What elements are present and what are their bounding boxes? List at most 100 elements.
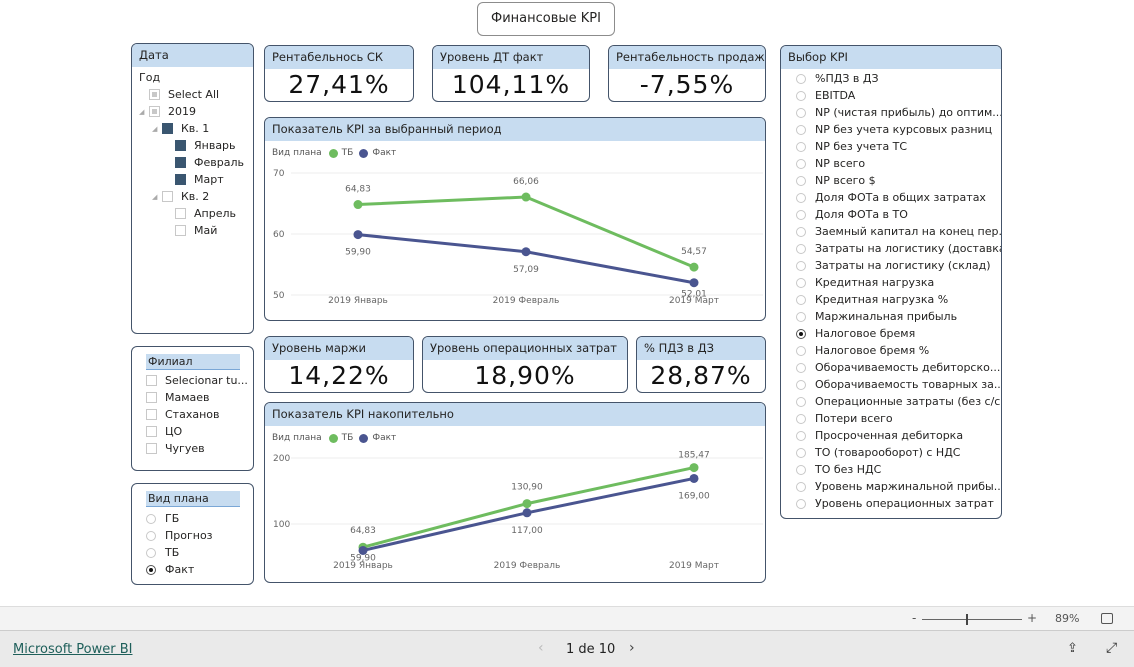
date-slicer-item[interactable]: Select All (139, 86, 246, 103)
date-slicer-item[interactable]: Май (139, 222, 246, 239)
radio-button[interactable] (796, 226, 806, 237)
power-bi-link[interactable]: Microsoft Power BI (13, 642, 132, 657)
radio-button[interactable] (796, 396, 806, 407)
data-point[interactable] (689, 473, 699, 483)
data-point[interactable] (522, 508, 532, 518)
kpi-item[interactable]: Затраты на логистику (склад) (796, 257, 1001, 274)
kpi-item[interactable]: Затраты на логистику (доставка) (796, 240, 1001, 257)
date-slicer-item[interactable]: Февраль (139, 154, 246, 171)
kpi-item[interactable]: Оборачиваемость дебиторско... (796, 359, 1001, 376)
plan-item[interactable]: ТБ (146, 544, 239, 561)
filial-item[interactable]: Чугуев (146, 440, 239, 457)
share-icon[interactable]: ⇪ (1067, 641, 1078, 656)
checkbox[interactable] (175, 157, 186, 168)
zoom-out-button[interactable]: - (912, 611, 916, 625)
checkbox[interactable] (146, 409, 157, 420)
data-point[interactable] (521, 192, 531, 202)
date-slicer-item[interactable]: Апрель (139, 205, 246, 222)
checkbox[interactable] (175, 208, 186, 219)
radio-button[interactable] (796, 413, 806, 424)
prev-page-icon[interactable]: ‹ (538, 640, 544, 656)
data-point[interactable] (521, 247, 531, 257)
kpi-item[interactable]: %ПДЗ в ДЗ (796, 70, 1001, 87)
kpi-item[interactable]: ТО (товарооборот) с НДС (796, 444, 1001, 461)
checkbox[interactable] (162, 191, 173, 202)
radio-button[interactable] (796, 73, 806, 84)
plan-item[interactable]: ГБ (146, 510, 239, 527)
checkbox[interactable] (146, 443, 157, 454)
kpi-item[interactable]: Уровень маржинальной прибы... (796, 478, 1001, 495)
kpi-item[interactable]: NP без учета курсовых разниц (796, 121, 1001, 138)
checkbox[interactable] (175, 174, 186, 185)
radio-button[interactable] (796, 311, 806, 322)
checkbox[interactable] (149, 89, 160, 100)
radio-button[interactable] (796, 430, 806, 441)
radio-button[interactable] (796, 192, 806, 203)
radio-button[interactable] (796, 209, 806, 220)
kpi-item[interactable]: Просроченная дебиторка (796, 427, 1001, 444)
data-point[interactable] (353, 230, 363, 240)
kpi-item[interactable]: Оборачиваемость товарных за... (796, 376, 1001, 393)
radio-button[interactable] (796, 243, 806, 254)
radio-button[interactable] (796, 277, 806, 288)
expand-triangle-icon[interactable]: ◢ (152, 125, 162, 133)
next-page-icon[interactable]: › (629, 640, 635, 656)
radio-button[interactable] (796, 158, 806, 169)
radio-button[interactable] (796, 90, 806, 101)
radio-button[interactable] (796, 345, 806, 356)
radio-button[interactable] (796, 362, 806, 373)
radio-button[interactable] (796, 481, 806, 492)
radio-button[interactable] (796, 141, 806, 152)
kpi-item[interactable]: Доля ФОТа в общих затратах (796, 189, 1001, 206)
kpi-item[interactable]: NP всего (796, 155, 1001, 172)
date-slicer-item[interactable]: Март (139, 171, 246, 188)
zoom-slider[interactable] (922, 619, 1022, 620)
plan-item[interactable]: Факт (146, 561, 239, 578)
radio-button[interactable] (146, 564, 156, 575)
radio-button[interactable] (796, 124, 806, 135)
checkbox[interactable] (146, 426, 157, 437)
radio-button[interactable] (796, 464, 806, 475)
data-point[interactable] (353, 200, 363, 210)
fullscreen-icon[interactable]: ⤢ (1106, 640, 1117, 656)
checkbox[interactable] (175, 225, 186, 236)
radio-button[interactable] (796, 498, 806, 509)
data-point[interactable] (522, 499, 532, 509)
kpi-item[interactable]: Маржинальная прибыль (796, 308, 1001, 325)
radio-button[interactable] (796, 447, 806, 458)
date-slicer-item[interactable]: ◢ 2019 (139, 103, 246, 120)
radio-button[interactable] (796, 328, 806, 339)
zoom-in-button[interactable]: + (1027, 611, 1037, 625)
expand-triangle-icon[interactable]: ◢ (152, 193, 162, 201)
filial-item[interactable]: ЦО (146, 423, 239, 440)
fit-to-page-icon[interactable] (1101, 613, 1113, 624)
kpi-item[interactable]: Кредитная нагрузка % (796, 291, 1001, 308)
kpi-item[interactable]: Кредитная нагрузка (796, 274, 1001, 291)
data-point[interactable] (689, 262, 699, 272)
radio-button[interactable] (146, 547, 156, 558)
date-slicer-item[interactable]: Январь (139, 137, 246, 154)
kpi-item[interactable]: NP (чистая прибыль) до оптим... (796, 104, 1001, 121)
kpi-item[interactable]: Заемный капитал на конец пер... (796, 223, 1001, 240)
radio-button[interactable] (146, 530, 156, 541)
radio-button[interactable] (796, 175, 806, 186)
kpi-item[interactable]: Потери всего (796, 410, 1001, 427)
radio-button[interactable] (796, 379, 806, 390)
plan-item[interactable]: Прогноз (146, 527, 239, 544)
kpi-item[interactable]: Доля ФОТа в ТО (796, 206, 1001, 223)
zoom-slider-thumb[interactable] (966, 614, 968, 625)
data-point[interactable] (689, 278, 699, 288)
checkbox[interactable] (175, 140, 186, 151)
checkbox[interactable] (149, 106, 160, 117)
kpi-item[interactable]: EBITDA (796, 87, 1001, 104)
radio-button[interactable] (796, 294, 806, 305)
radio-button[interactable] (796, 107, 806, 118)
expand-triangle-icon[interactable]: ◢ (139, 108, 149, 116)
kpi-item[interactable]: NP всего $ (796, 172, 1001, 189)
checkbox[interactable] (146, 392, 157, 403)
kpi-item[interactable]: ТО без НДС (796, 461, 1001, 478)
kpi-item[interactable]: Налоговое бремя % (796, 342, 1001, 359)
kpi-item[interactable]: Уровень операционных затрат (796, 495, 1001, 512)
kpi-item[interactable]: NP без учета ТС (796, 138, 1001, 155)
checkbox[interactable] (162, 123, 173, 134)
